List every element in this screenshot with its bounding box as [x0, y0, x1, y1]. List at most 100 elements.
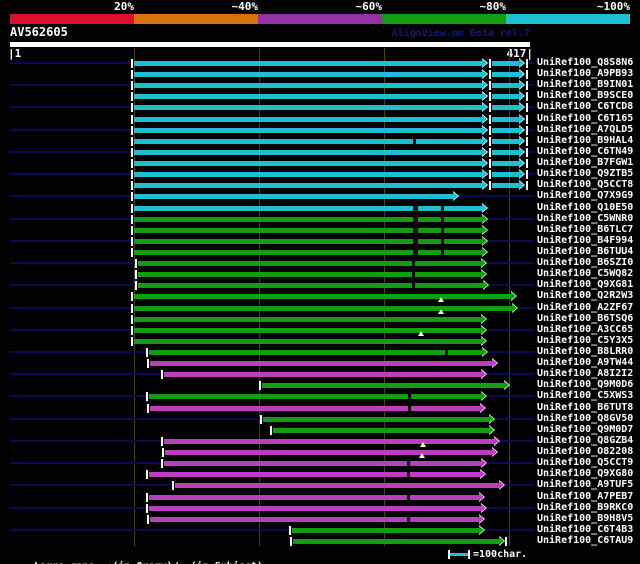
gap-legend: Large gaps: ▲(in Query)/— (in Subject) [10, 549, 263, 564]
arrowhead-icon [511, 292, 516, 300]
segment-start-tick [135, 281, 137, 290]
arrowhead-icon [480, 470, 485, 478]
arrowhead-icon [482, 170, 487, 178]
segment-start-tick [489, 170, 491, 179]
segment-start-tick [131, 315, 133, 324]
row-label: UniRef100_C6TAU9 [537, 535, 634, 546]
row-label: UniRef100_B4F994 [537, 235, 634, 246]
arrowhead-icon [519, 170, 524, 178]
alignment-bar [134, 128, 482, 133]
row-label: UniRef100_Q9XG80 [537, 468, 634, 479]
scale-label-4: ~80% [479, 0, 507, 13]
scale-label-5: ~100% [596, 0, 630, 13]
segment-start-tick [131, 304, 133, 313]
segment-start-tick [489, 115, 491, 124]
segment-start-tick [161, 437, 163, 446]
segment-start-tick [131, 215, 133, 224]
row-label: UniRef100_C6T4B3 [537, 524, 634, 535]
subject-gap-tick [408, 406, 411, 411]
arrowhead-icon [481, 392, 486, 400]
subject-gap-tick [413, 217, 418, 222]
scale-label-1: 20% [114, 0, 134, 13]
segment-start-tick [161, 459, 163, 468]
alignment-bar [138, 283, 483, 288]
arrowhead-icon [481, 337, 486, 345]
segment-start-tick [131, 59, 133, 68]
scalebar-label: =100char. [473, 549, 528, 560]
row-label: UniRef100_C6TCD8 [537, 101, 634, 112]
arrowhead-icon [479, 493, 484, 501]
arrowhead-icon [482, 226, 487, 234]
segment-start-tick [131, 170, 133, 179]
segment-start-tick [131, 115, 133, 124]
alignment-bar [134, 217, 482, 222]
arrowhead-icon [482, 59, 487, 67]
alignment-bar [134, 239, 482, 244]
row-label: UniRef100_B9SCE0 [537, 90, 634, 101]
segment-end-tick [526, 181, 528, 190]
alignment-bar [149, 495, 479, 500]
alignment-bar [492, 139, 519, 144]
alignment-bar [149, 394, 481, 399]
subject-gap-tick [445, 350, 448, 355]
alignment-bar [273, 428, 489, 433]
row-label: UniRef100_A9PB93 [537, 68, 634, 79]
row-label: UniRef100_C6T165 [537, 113, 634, 124]
subject-gap-tick [412, 283, 415, 288]
row-label: UniRef100_B9IN01 [537, 79, 634, 90]
alignment-bar [149, 472, 480, 477]
alignment-bar [134, 250, 482, 255]
row-label: UniRef100_A2ZF67 [537, 302, 634, 313]
row-label: UniRef100_B6TUU4 [537, 246, 634, 257]
arrowhead-icon [479, 515, 484, 523]
segment-start-tick [135, 259, 137, 268]
alignment-bar [134, 117, 482, 122]
row-label: UniRef100_Q5CCT9 [537, 457, 634, 468]
segment-start-tick [131, 204, 133, 213]
segment-start-tick [131, 326, 133, 335]
segment-start-tick [131, 192, 133, 201]
alignment-bar [134, 328, 481, 333]
subject-gap-tick [413, 206, 418, 211]
arrowhead-icon [512, 304, 517, 312]
row-label: UniRef100_C5WNR0 [537, 213, 634, 224]
arrowhead-icon [479, 526, 484, 534]
alignment-bar [134, 172, 482, 177]
subject-gap-tick [412, 272, 415, 277]
subject-gap-tick [441, 217, 444, 222]
segment-end-tick [526, 115, 528, 124]
arrowhead-icon [482, 103, 487, 111]
segment-end-tick [505, 537, 507, 546]
subject-gap-tick [408, 394, 411, 399]
segment-end-tick [526, 92, 528, 101]
arrowhead-icon [481, 326, 486, 334]
alignment-bar [134, 206, 482, 211]
arrowhead-icon [482, 204, 487, 212]
row-label: UniRef100_A9TUF5 [537, 479, 634, 490]
segment-start-tick [290, 537, 292, 546]
arrowhead-icon [519, 115, 524, 123]
alignment-bar [134, 228, 482, 233]
alignment-bar [492, 72, 519, 77]
scale-label-2: ~40% [231, 0, 259, 13]
subject-gap-tick [407, 517, 410, 522]
segment-end-tick [526, 148, 528, 157]
row-label: UniRef100_C6TN49 [537, 146, 634, 157]
scalebar-line [450, 553, 468, 556]
segment-start-tick [172, 481, 174, 490]
alignment-bar [134, 183, 482, 188]
segment-end-tick [526, 103, 528, 112]
row-label: UniRef100_A7QLD5 [537, 124, 634, 135]
scale-segment-3 [258, 14, 382, 24]
alignment-bar [134, 306, 512, 311]
row-label: UniRef100_B9H8V5 [537, 513, 634, 524]
segment-start-tick [131, 181, 133, 190]
scale-label-3: ~60% [355, 0, 383, 13]
arrowhead-icon [519, 59, 524, 67]
row-label: UniRef100_B9HAL4 [537, 135, 634, 146]
alignment-bar [262, 383, 504, 388]
segment-start-tick [489, 148, 491, 157]
subject-gap-tick [413, 139, 416, 144]
alignment-bar [175, 483, 499, 488]
alignment-bar [134, 105, 482, 110]
